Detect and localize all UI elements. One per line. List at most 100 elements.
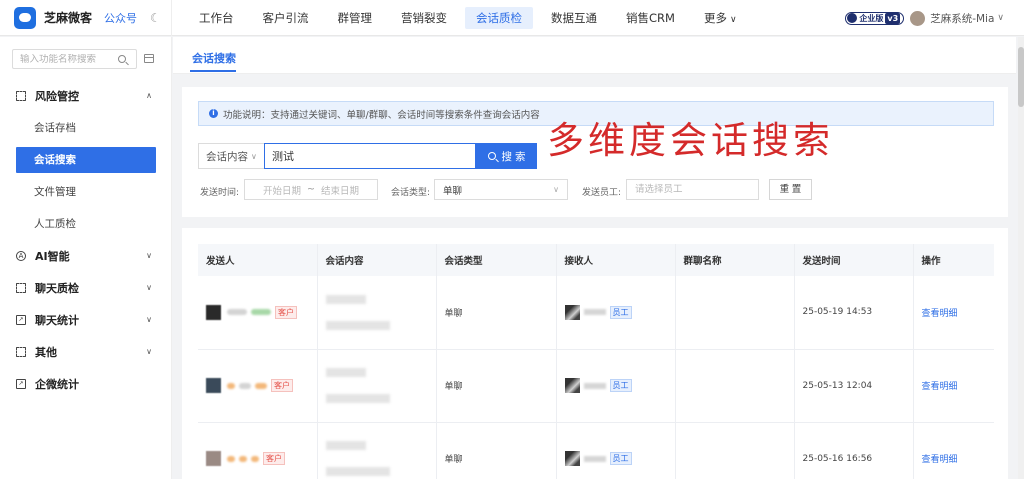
redacted-text: [239, 455, 247, 462]
nav-item-group-management[interactable]: 群管理: [327, 7, 384, 29]
stats-icon: ↗: [16, 315, 26, 325]
employee-select[interactable]: 请选择员工: [626, 179, 759, 200]
overlay-caption: 多维度会话搜索: [547, 119, 834, 162]
view-detail-link[interactable]: 查看明细: [922, 309, 958, 319]
version-badge: v3: [885, 12, 901, 24]
page-scrollbar[interactable]: [1018, 37, 1024, 479]
results-table: 发送人 会话内容 会话类型 接收人 群聊名称 发送时间 操作 客户 单聊 员工 …: [198, 244, 994, 479]
redacted-text: [583, 455, 606, 462]
nav-item-workbench[interactable]: 工作台: [188, 7, 245, 29]
keyword-field: [264, 143, 476, 169]
view-detail-link[interactable]: 查看明细: [922, 382, 958, 392]
receiver-cell: 员工: [556, 422, 676, 479]
nav-item-more[interactable]: 更多 ∨: [693, 7, 748, 29]
sender-avatar: [206, 378, 221, 393]
tab-underline: [190, 70, 236, 72]
redacted-text: [325, 294, 366, 304]
sidebar: 风险管控 ∧ 会话存档 会话搜索 文件管理 人工质检 A AI智能 ∨ 聊天质检…: [0, 37, 172, 479]
sidebar-item-session-search[interactable]: 会话搜索: [16, 147, 156, 173]
chevron-down-icon: ∨: [146, 347, 152, 356]
customer-tag: 客户: [275, 305, 297, 319]
chevron-down-icon[interactable]: ∨: [997, 13, 1004, 23]
sidebar-menu: 风险管控 ∧ 会话存档 会话搜索 文件管理 人工质检 A AI智能 ∨ 聊天质检…: [0, 83, 172, 403]
sidebar-group-other[interactable]: 其他 ∨: [0, 339, 172, 365]
sidebar-search-input[interactable]: [20, 53, 115, 65]
redacted-text: [325, 441, 366, 450]
sidebar-collapse-icon[interactable]: [144, 54, 154, 63]
col-content: 会话内容: [317, 244, 437, 276]
scrollbar-thumb[interactable]: [1018, 47, 1024, 107]
chevron-down-icon: ∨: [553, 185, 559, 194]
sidebar-group-chat-stats[interactable]: ↗ 聊天统计 ∨: [0, 307, 172, 333]
date-range-picker[interactable]: 开始日期 ~ 结束日期: [244, 179, 378, 200]
edition-label: 企业版: [859, 13, 884, 23]
nav-item-data-sync[interactable]: 数据互通: [540, 7, 608, 29]
receiver-cell: 员工: [556, 349, 676, 423]
brand-name: 芝麻微客: [44, 11, 93, 25]
nav-item-sales-crm[interactable]: 销售CRM: [615, 7, 686, 29]
brand-logo-icon[interactable]: [14, 6, 36, 29]
redacted-text: [251, 309, 271, 316]
col-action: 操作: [913, 244, 994, 276]
action-cell: 查看明细: [913, 276, 994, 350]
top-bar: 芝麻微客 公众号 ☾ 工作台 客户引流 群管理 营销裂变 会话质检 数据互通 销…: [0, 0, 1024, 36]
receiver-avatar: [564, 378, 580, 393]
reset-button[interactable]: 重 置: [769, 179, 812, 200]
dark-mode-icon[interactable]: ☾: [150, 11, 161, 25]
employee-tag: 员工: [609, 379, 632, 392]
search-button[interactable]: 搜 索: [476, 143, 537, 169]
receiver-cell: 员工: [556, 276, 676, 350]
table-row: 客户 单聊 员工 25-05-19 14:53 查看明细: [198, 276, 994, 350]
chat-type-select[interactable]: 单聊 ∨: [434, 179, 568, 200]
sidebar-group-label: AI智能: [35, 250, 70, 263]
redacted-text: [227, 455, 235, 462]
receiver-avatar: [564, 304, 580, 320]
nav-item-customer-acquisition[interactable]: 客户引流: [252, 7, 320, 29]
sidebar-group-risk-control[interactable]: 风险管控 ∧: [0, 83, 172, 109]
sidebar-group-chat-qc[interactable]: 聊天质检 ∨: [0, 275, 172, 301]
col-send-time: 发送时间: [794, 244, 914, 276]
sidebar-group-label: 风险管控: [35, 90, 79, 103]
content-cell: [317, 349, 437, 423]
sidebar-item-session-archive[interactable]: 会话存档: [16, 115, 156, 141]
sidebar-group-wecom-stats[interactable]: ↗ 企微统计: [0, 371, 172, 397]
action-cell: 查看明细: [913, 349, 994, 423]
edition-badge[interactable]: 企业版 v3: [845, 11, 905, 25]
info-text: 功能说明：支持通过关键词、单聊/群聊、会话时间等搜索条件查询会话内容: [223, 109, 540, 121]
col-sender: 发送人: [198, 244, 318, 276]
sidebar-search: [12, 49, 137, 69]
page-tabs: 会话搜索: [173, 37, 1016, 74]
sidebar-group-ai[interactable]: A AI智能 ∨: [0, 243, 172, 269]
search-icon: [487, 152, 496, 160]
user-name[interactable]: 芝麻系统-Mia: [930, 11, 994, 26]
sidebar-group-label: 聊天质检: [35, 282, 79, 295]
sidebar-item-file-management[interactable]: 文件管理: [16, 179, 156, 205]
chat-type-label: 会话类型:: [391, 188, 431, 198]
chevron-down-icon: ∨: [251, 151, 257, 161]
content-cell: [317, 422, 437, 479]
nav-item-session-qc[interactable]: 会话质检: [465, 6, 533, 29]
chevron-down-icon: ∨: [729, 14, 737, 25]
nav-item-marketing[interactable]: 营销裂变: [390, 7, 458, 29]
group-name-cell: [675, 422, 795, 479]
sender-cell: 客户: [198, 422, 318, 479]
avatar[interactable]: [910, 10, 926, 26]
redacted-text: [239, 382, 251, 389]
date-separator: ~: [307, 184, 315, 195]
table-row: 客户 单聊 员工 25-05-16 16:56 查看明细: [198, 422, 994, 479]
group-name-cell: [675, 276, 795, 350]
sender-avatar: [206, 451, 221, 466]
customer-tag: 客户: [271, 379, 293, 392]
send-time-cell: 25-05-16 16:56: [794, 422, 914, 479]
redacted-text: [325, 368, 366, 377]
brand-account-link[interactable]: 公众号: [104, 10, 137, 26]
search-icon[interactable]: [118, 55, 126, 63]
search-type-select[interactable]: 会话内容 ∨: [198, 143, 264, 169]
sidebar-group-label: 企微统计: [35, 378, 79, 391]
view-detail-link[interactable]: 查看明细: [922, 455, 958, 465]
redacted-text: [255, 382, 267, 389]
receiver-avatar: [564, 451, 580, 466]
tab-session-search[interactable]: 会话搜索: [192, 50, 236, 66]
keyword-input[interactable]: [272, 149, 467, 163]
sidebar-item-manual-qc[interactable]: 人工质检: [16, 211, 156, 237]
